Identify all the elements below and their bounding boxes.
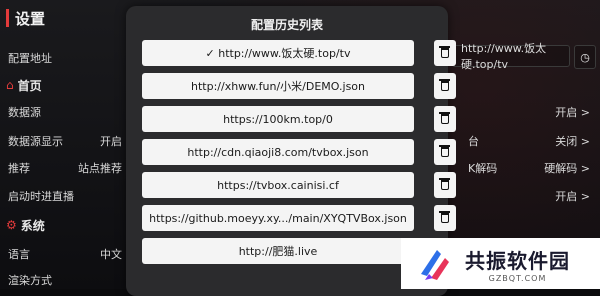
config-address-label: 配置地址 [8,52,52,65]
history-item[interactable]: http://肥猫.live [142,238,414,264]
watermark-name: 共振软件园 [465,248,570,273]
delete-trash-icon[interactable] [434,172,456,198]
delete-trash-icon[interactable] [434,205,456,231]
brand-logo-icon [421,249,449,280]
language-label: 语言 [8,248,30,261]
config-address-field[interactable]: http://www.饭太硬.top/tv [452,42,570,71]
startup-live-value: 开启 > [555,190,590,203]
delete-trash-icon[interactable] [434,106,456,132]
history-item[interactable]: https://100km.top/0 [142,106,414,132]
config-history-dialog: 配置历史列表 ✓ http://www.饭太硬.top/tv http://xh… [126,6,456,296]
page-title-text: 设置 [15,9,46,28]
section-system: ⚙ 系统 [6,216,45,234]
data-source-display-value: 开启 [100,135,122,148]
history-clock-icon[interactable]: ◷ [574,45,596,69]
data-source-display-right: 关闭 > [555,135,590,148]
history-item[interactable]: https://tvbox.cainisi.cf [142,172,414,198]
delete-trash-icon[interactable] [434,40,456,66]
section-home-title: 首页 [17,78,42,93]
data-source-value: 开启 > [555,106,590,119]
render-mode-label: 渲染方式 [8,274,52,287]
watermark: 共振软件园 GZBQT.COM [401,238,600,289]
delete-trash-icon[interactable] [434,139,456,165]
history-item[interactable]: http://xhww.fun/小米/DEMO.json [142,73,414,99]
language-value: 中文 [100,248,122,261]
title-accent-bar [6,9,9,27]
history-item[interactable]: https://github.moeyy.xy.../main/XYQTVBox… [142,205,414,231]
recommend-right: 硬解码 > [544,162,590,175]
section-home: ⌂ 首页 [6,76,42,94]
section-system-title: 系统 [20,218,45,233]
data-source-label: 数据源 [8,106,41,119]
page-title: 设置 [6,8,45,28]
history-item[interactable]: http://cdn.qiaoji8.com/tvbox.json [142,139,414,165]
watermark-brand: 共振软件园 GZBQT.COM [465,245,570,283]
history-item[interactable]: ✓ http://www.饭太硬.top/tv [142,40,414,66]
data-source-display-mid: 台 [468,135,479,148]
startup-live-label: 启动时进直播 [8,190,74,203]
recommend-value: 站点推荐 [78,162,122,175]
gear-icon: ⚙ [6,218,17,232]
home-icon: ⌂ [6,78,14,92]
dialog-title: 配置历史列表 [250,18,323,32]
data-source-display-label: 数据源显示 [8,135,63,148]
delete-trash-icon[interactable] [434,73,456,99]
watermark-domain: GZBQT.COM [488,273,547,283]
recommend-label: 推荐 [8,162,30,175]
recommend-mid: K解码 [468,162,498,175]
